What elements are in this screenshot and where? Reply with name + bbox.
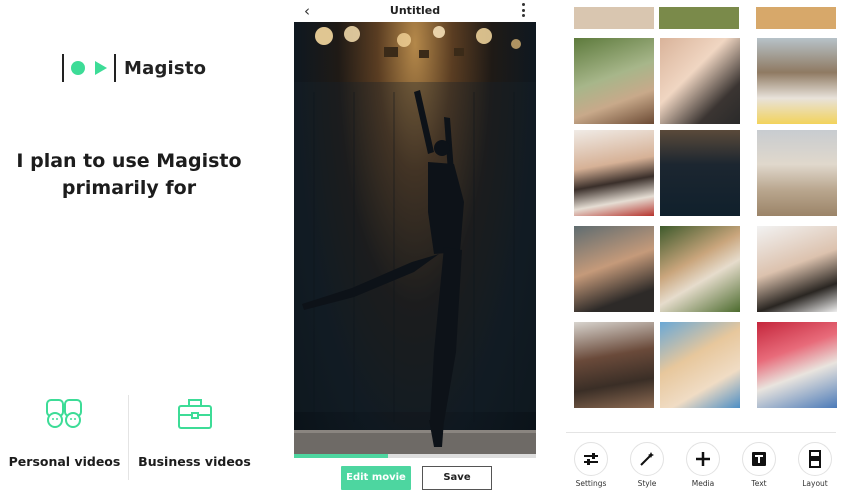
onboarding-question: I plan to use Magisto primarily for xyxy=(16,150,242,199)
logo-bar xyxy=(62,54,64,82)
movie-title: Untitled xyxy=(389,4,441,17)
progress-fill xyxy=(294,454,389,458)
briefcase-icon xyxy=(130,396,259,432)
photo-thumbnail[interactable] xyxy=(574,226,654,312)
layout-button[interactable]: Layout xyxy=(790,442,840,488)
photo-thumbnail[interactable] xyxy=(659,7,739,29)
photo-thumbnail[interactable] xyxy=(660,38,740,124)
option-label: Business videos xyxy=(138,454,251,469)
magic-wand-icon xyxy=(630,442,664,476)
media-button[interactable]: Media xyxy=(678,442,728,488)
style-button[interactable]: Style xyxy=(622,442,672,488)
playback-progress[interactable] xyxy=(294,454,536,458)
more-options-icon[interactable] xyxy=(520,3,526,17)
photo-thumbnail[interactable] xyxy=(757,322,837,408)
logo-bar xyxy=(114,54,116,82)
settings-button[interactable]: Settings xyxy=(566,442,616,488)
photo-thumbnail[interactable] xyxy=(574,7,654,29)
toolbar-divider xyxy=(566,432,836,433)
photo-thumbnail[interactable] xyxy=(757,38,837,124)
tool-label: Media xyxy=(691,479,715,488)
personal-videos-option[interactable]: Personal videos xyxy=(0,396,129,469)
options-divider xyxy=(128,395,129,480)
logo-dot-icon xyxy=(71,61,85,75)
video-editor-screen: ‹ Untitled Edit movie Save xyxy=(286,0,544,504)
business-videos-option[interactable]: Business videos xyxy=(130,396,259,469)
text-t-icon xyxy=(742,442,776,476)
photo-thumbnail[interactable] xyxy=(757,226,837,312)
photo-thumbnail[interactable] xyxy=(574,130,654,216)
photo-thumbnail[interactable] xyxy=(757,130,837,216)
photo-thumbnail[interactable] xyxy=(660,130,740,216)
stage-lights xyxy=(315,26,521,58)
tool-label: Settings xyxy=(575,479,607,488)
brand-name: Magisto xyxy=(124,57,207,79)
settings-sliders-icon xyxy=(574,442,608,476)
photo-thumbnail[interactable] xyxy=(660,226,740,312)
text-button[interactable]: Text xyxy=(734,442,784,488)
photo-thumbnail[interactable] xyxy=(756,7,836,29)
people-icon xyxy=(0,396,129,432)
editor-top-bar: ‹ Untitled xyxy=(286,0,544,22)
screenshot-collage: Magisto I plan to use Magisto primarily … xyxy=(0,0,850,504)
plus-icon xyxy=(686,442,720,476)
layout-icon xyxy=(798,442,832,476)
magisto-logo: Magisto xyxy=(62,54,206,82)
photo-grid xyxy=(566,0,842,412)
onboarding-screen: Magisto I plan to use Magisto primarily … xyxy=(0,0,258,504)
option-label: Personal videos xyxy=(8,454,121,469)
tool-label: Text xyxy=(751,479,767,488)
photo-thumbnail[interactable] xyxy=(574,38,654,124)
save-button[interactable]: Save xyxy=(422,466,492,490)
edit-movie-button[interactable]: Edit movie xyxy=(341,466,411,490)
photo-thumbnail[interactable] xyxy=(574,322,654,408)
photo-thumbnail[interactable] xyxy=(660,322,740,408)
logo-play-icon xyxy=(95,61,107,75)
tool-label: Layout xyxy=(802,479,828,488)
video-preview[interactable] xyxy=(294,22,536,454)
media-gallery-screen: Settings Style Media Text Layout xyxy=(566,0,850,504)
tool-label: Style xyxy=(637,479,657,488)
